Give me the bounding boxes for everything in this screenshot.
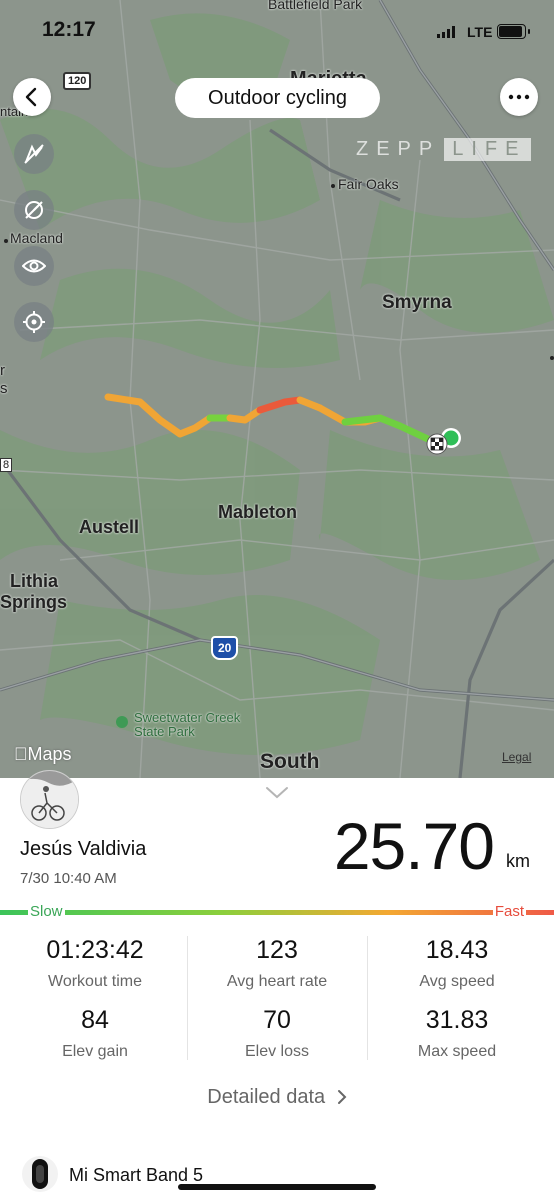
user-name: Jesús Valdivia <box>20 838 147 860</box>
distance-unit: km <box>506 851 530 871</box>
map-label-austell: Austell <box>79 517 140 537</box>
workout-date: 7/30 10:40 AM <box>20 870 117 887</box>
eye-icon <box>22 259 46 273</box>
stat-value: 123 <box>256 936 298 964</box>
view-toggle-button[interactable] <box>14 246 54 286</box>
map-label-lithia: Lithia <box>10 571 58 591</box>
map-label-edge-2: r <box>0 362 5 379</box>
stat-label: Elev gain <box>62 1043 128 1060</box>
distance-value: 25.70 <box>333 809 495 883</box>
network-label: LTE <box>467 24 493 40</box>
map-label-mableton: Mableton <box>218 502 297 522</box>
stat-value: 01:23:42 <box>46 936 144 964</box>
legal-link[interactable]: Legal <box>502 750 531 764</box>
stat-elev-loss: 70 Elev loss <box>185 1006 369 1061</box>
pace-legend-slow: Slow <box>28 903 65 920</box>
stat-label: Max speed <box>417 1043 497 1060</box>
interstate-shield-20: 20 <box>211 636 239 660</box>
stat-workout-time: 01:23:42 Workout time <box>3 936 187 991</box>
device-name: Mi Smart Band 5 <box>69 1165 204 1185</box>
map-label-state-park: State Park <box>134 724 195 739</box>
more-dots-icon <box>508 94 530 100</box>
stat-value: 70 <box>263 1006 291 1034</box>
route-hide-icon <box>24 144 44 164</box>
apple-logo-icon:  <box>14 744 28 764</box>
page-title: Outdoor cycling <box>175 78 380 118</box>
map-label-macland: Macland <box>10 230 63 246</box>
locate-icon <box>23 311 45 333</box>
more-options-button[interactable] <box>500 78 538 116</box>
route-hide-button[interactable] <box>14 134 54 174</box>
detailed-data-label: Detailed data <box>207 1086 326 1108</box>
status-time: 12:17 <box>42 18 96 41</box>
stat-label: Avg heart rate <box>226 973 328 990</box>
map-label-smyrna: Smyrna <box>382 292 452 313</box>
map-label-springs: Springs <box>0 592 68 612</box>
pace-color-legend <box>0 910 554 915</box>
stats-divider <box>187 936 188 1060</box>
map-label-fair-oaks: Fair Oaks <box>338 176 399 192</box>
map-label-edge-3: s <box>0 380 8 397</box>
zepp-life-watermark: ZEPP LIFE <box>356 136 531 162</box>
stat-label: Avg speed <box>419 973 495 990</box>
chevron-down-icon[interactable] <box>265 786 289 800</box>
highway-shield-8: 8 <box>0 458 13 472</box>
speed-off-button[interactable] <box>14 190 54 230</box>
stat-avg-speed: 18.43 Avg speed <box>365 936 549 991</box>
stat-value: 84 <box>81 1006 109 1034</box>
chevron-right-icon <box>337 1090 347 1104</box>
back-button[interactable] <box>13 78 51 116</box>
apple-maps-logo: Maps <box>14 744 72 764</box>
home-indicator[interactable] <box>178 1184 376 1190</box>
locate-button[interactable] <box>14 302 54 342</box>
signal-icon <box>437 26 455 38</box>
stat-value: 18.43 <box>425 936 489 964</box>
avatar[interactable] <box>20 770 79 829</box>
stat-max-speed: 31.83 Max speed <box>365 1006 549 1061</box>
map-label-south: South <box>260 750 320 773</box>
stat-label: Elev loss <box>244 1043 310 1060</box>
stat-value: 31.83 <box>425 1006 489 1034</box>
stat-label: Workout time <box>48 973 142 990</box>
battery-icon <box>497 24 530 39</box>
pace-legend-fast: Fast <box>492 903 526 920</box>
speed-off-icon <box>25 201 43 219</box>
band-device-icon <box>22 1156 58 1192</box>
highway-shield-120: 120 <box>63 72 92 90</box>
stat-elev-gain: 84 Elev gain <box>3 1006 187 1061</box>
cyclist-avatar-image <box>21 771 78 828</box>
detailed-data-link[interactable]: Detailed data <box>0 1086 554 1109</box>
stat-avg-heart-rate: 123 Avg heart rate <box>185 936 369 991</box>
map-label-sweetwater-creek: Sweetwater Creek <box>134 710 241 725</box>
map-label-battlefield-park: Battlefield Park <box>268 0 363 12</box>
stats-divider <box>367 936 368 1060</box>
chevron-left-icon <box>25 87 37 107</box>
